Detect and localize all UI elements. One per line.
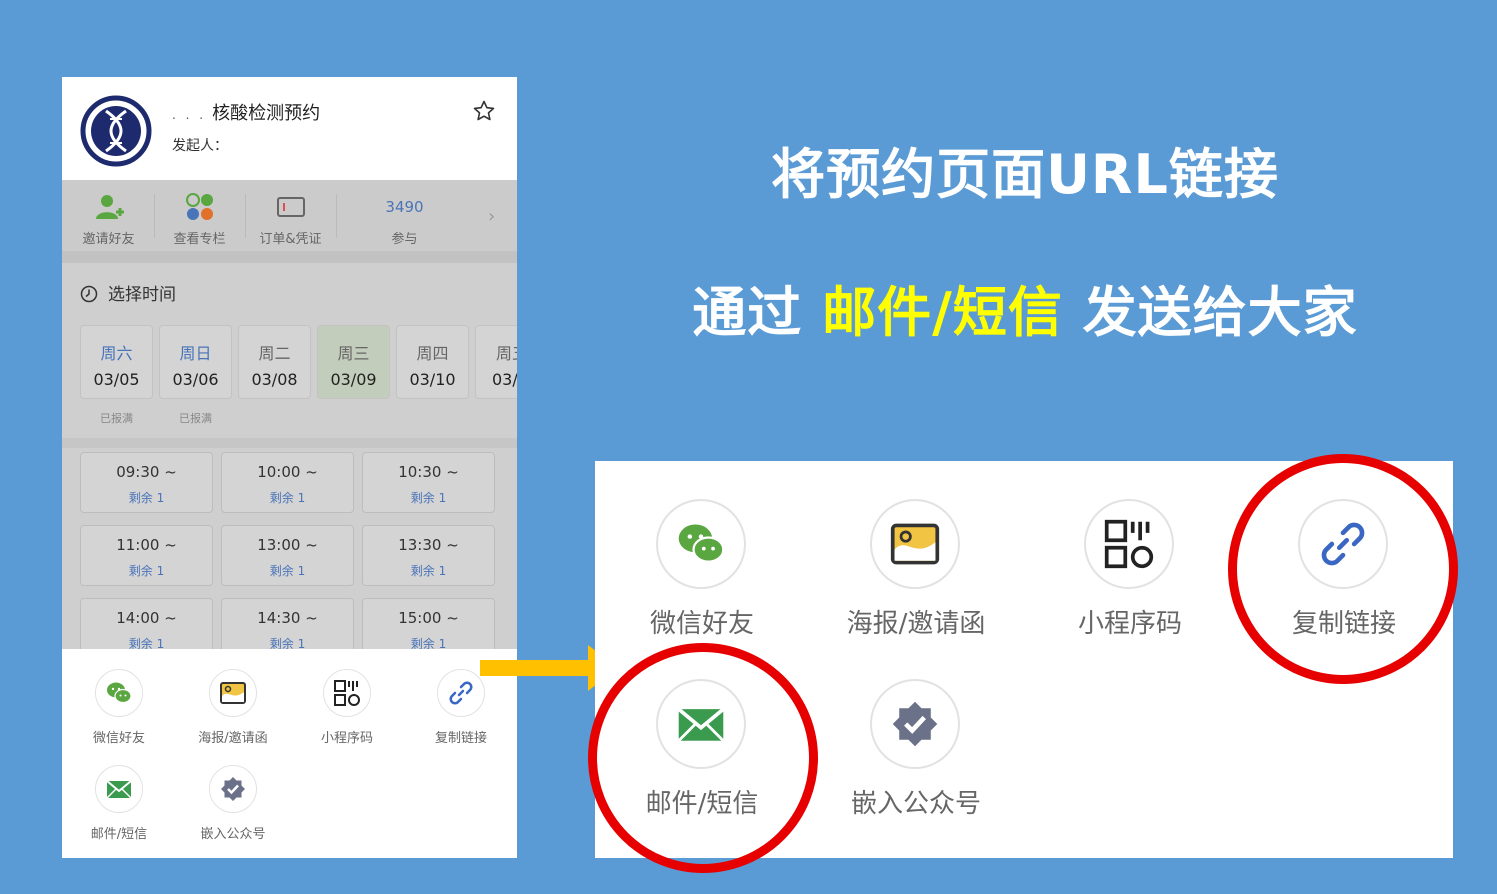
slot-remaining: 剩余 1	[410, 491, 447, 505]
share-copy-link-label: 复制链接	[434, 731, 487, 746]
slot-remaining: 剩余 1	[269, 491, 306, 505]
time-slot[interactable]: 13:00 ~ 剩余 1	[221, 525, 354, 586]
participants-count: 3490	[385, 198, 424, 216]
headline-line2-highlight: 邮件/短信	[822, 281, 1063, 344]
share-sheet: 微信好友 海报/邀请函 小程序码 复制链接 邮件/短信 嵌入公众号	[62, 649, 517, 858]
poster-icon	[890, 523, 940, 565]
slot-time: 09:30 ~	[116, 463, 177, 481]
zoom-share-poster-label: 海报/邀请函	[846, 609, 986, 639]
verified-badge-icon	[221, 777, 245, 801]
slot-time: 14:30 ~	[257, 609, 318, 627]
day-status: 已报满	[100, 412, 133, 425]
slot-time: 10:00 ~	[257, 463, 318, 481]
day-weekday: 周六	[100, 344, 133, 363]
day-date: 03/06	[172, 370, 219, 389]
orders-label: 订单&凭证	[259, 232, 322, 247]
view-column-label: 查看专栏	[173, 232, 226, 247]
toolbar: 邀请好友 查看专栏 订单&凭证 3490 参与 ›	[62, 180, 517, 251]
day-status: 已报满	[179, 412, 212, 425]
day-tab[interactable]: 周五 03/	[475, 325, 517, 399]
slot-time: 15:00 ~	[398, 609, 459, 627]
day-weekday: 周二	[258, 344, 291, 363]
share-miniprogram-label: 小程序码	[320, 731, 373, 746]
day-date: 03/	[492, 370, 517, 389]
poster-icon	[220, 682, 246, 704]
view-column-button[interactable]: 查看专栏	[157, 180, 242, 251]
day-tab[interactable]: 周六 03/05	[80, 325, 153, 399]
day-weekday: 周三	[337, 344, 370, 363]
select-time-heading: 选择时间	[80, 280, 176, 305]
slot-time: 13:00 ~	[257, 536, 318, 554]
day-date: 03/08	[251, 370, 298, 389]
share-email-sms-label: 邮件/短信	[90, 827, 148, 842]
time-slot[interactable]: 11:00 ~ 剩余 1	[80, 525, 213, 586]
day-date: 03/05	[93, 370, 140, 389]
share-embed-label: 嵌入公众号	[200, 827, 266, 842]
qr-code-icon	[334, 680, 360, 706]
event-title-text: 核酸检测预约	[212, 103, 321, 124]
select-time-label: 选择时间	[108, 285, 176, 305]
wechat-icon	[107, 682, 132, 704]
highlight-ring-copy-link	[1228, 454, 1458, 684]
headline-line2-suffix: 发送给大家	[1062, 281, 1358, 344]
time-slot[interactable]: 09:30 ~ 剩余 1	[80, 452, 213, 513]
highlight-ring-email-sms	[588, 643, 818, 873]
invite-friends-label: 邀请好友	[82, 232, 135, 247]
invite-friends-button[interactable]: 邀请好友	[66, 180, 151, 251]
headline-line2-prefix: 通过	[692, 281, 823, 344]
time-slot[interactable]: 10:30 ~ 剩余 1	[362, 452, 495, 513]
orders-button[interactable]: 订单&凭证	[248, 180, 333, 251]
day-tab-selected[interactable]: 周三 03/09	[317, 325, 390, 399]
star-icon[interactable]	[472, 99, 496, 123]
zoom-share-miniprogram-label: 小程序码	[1077, 609, 1182, 639]
day-date: 03/10	[409, 370, 456, 389]
day-tab[interactable]: 周日 03/06	[159, 325, 232, 399]
share-poster-label: 海报/邀请函	[198, 731, 268, 746]
slot-remaining: 剩余 1	[128, 564, 165, 578]
zoom-share-embed-label: 嵌入公众号	[850, 789, 981, 819]
day-date: 03/09	[330, 370, 377, 389]
time-slot[interactable]: 13:30 ~ 剩余 1	[362, 525, 495, 586]
clock-icon	[80, 285, 98, 303]
add-user-icon	[96, 195, 124, 219]
event-title: . . . 核酸检测预约	[172, 99, 320, 125]
qr-code-icon	[1104, 519, 1154, 569]
slot-time: 11:00 ~	[116, 536, 177, 554]
day-weekday: 周日	[179, 344, 212, 363]
day-weekday: 周五	[496, 344, 517, 363]
slot-remaining: 剩余 1	[410, 564, 447, 578]
verified-badge-icon	[892, 701, 938, 747]
dna-logo-icon	[80, 95, 152, 167]
chevron-right-icon[interactable]: ›	[488, 206, 495, 227]
slot-time: 13:30 ~	[398, 536, 459, 554]
apps-icon	[186, 193, 213, 220]
link-icon	[449, 681, 473, 705]
headline-line1: 将预约页面URL链接	[771, 143, 1279, 206]
slot-remaining: 剩余 1	[269, 564, 306, 578]
wechat-icon	[678, 524, 725, 563]
zoom-share-wechat-label: 微信好友	[649, 609, 754, 639]
time-slot[interactable]: 10:00 ~ 剩余 1	[221, 452, 354, 513]
day-tab[interactable]: 周二 03/08	[238, 325, 311, 399]
slot-time: 14:00 ~	[116, 609, 177, 627]
day-weekday: 周四	[416, 344, 449, 363]
participants-label: 参与	[391, 232, 418, 247]
slot-time: 10:30 ~	[398, 463, 459, 481]
initiator-label: 发起人：	[172, 138, 228, 154]
event-title-prefix: . . .	[172, 108, 207, 122]
day-tab[interactable]: 周四 03/10	[396, 325, 469, 399]
phone-screenshot: . . . 核酸检测预约 发起人： 邀请好友 查看专栏 订单&凭证 3490 参…	[62, 77, 517, 858]
participants-button[interactable]: 3490 参与	[362, 180, 447, 251]
event-header: . . . 核酸检测预约 发起人：	[62, 77, 517, 180]
mail-icon	[106, 780, 132, 799]
slot-remaining: 剩余 1	[128, 491, 165, 505]
ticket-icon	[277, 197, 305, 217]
share-wechat-label: 微信好友	[92, 731, 145, 746]
headline-line2: 通过 邮件/短信 发送给大家	[600, 268, 1450, 347]
